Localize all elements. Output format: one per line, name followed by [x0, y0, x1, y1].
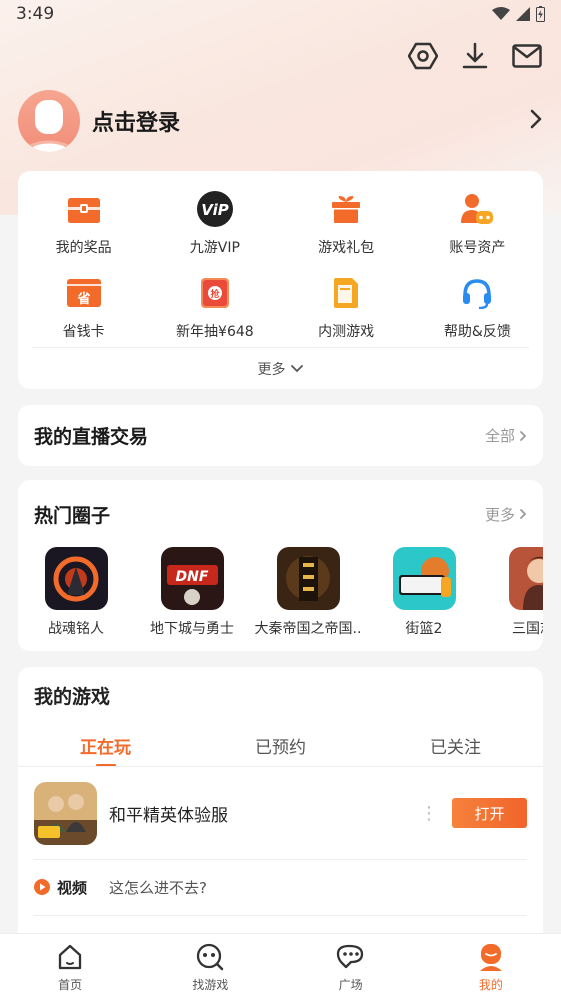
- more-label: 更多: [257, 362, 286, 378]
- status-time: 3:49: [16, 4, 55, 24]
- divider: [18, 766, 543, 767]
- mail-icon[interactable]: [511, 40, 543, 72]
- video-row[interactable]: 视频 这怎么进不去?: [34, 873, 527, 901]
- circle-item[interactable]: 大秦帝国之帝国..: [250, 547, 366, 638]
- home-icon: [55, 942, 85, 972]
- chevron-right-icon: [520, 430, 527, 441]
- my-games-tabs: 正在玩 已预约 已关注: [18, 725, 543, 767]
- circle-item[interactable]: DNF 地下城与勇士: [134, 547, 250, 638]
- hot-circles-card: 热门圈子 更多 战魂铭人 DNF 地下城与勇士 大秦帝国之帝国.. 街篮2 三国: [18, 480, 543, 651]
- find-game-icon: [195, 942, 225, 972]
- quick-access-card: 我的奖品 ViP 九游VIP 游戏礼包 账号资产 省 省钱卡 抢 新年抽¥648…: [18, 171, 543, 389]
- chevron-right-icon: [520, 509, 527, 519]
- circle-item[interactable]: 战魂铭人: [18, 547, 134, 638]
- video-title[interactable]: 这怎么进不去?: [109, 877, 207, 898]
- account-asset-icon: [457, 189, 497, 229]
- me-icon: [476, 942, 506, 972]
- headset-icon: [457, 273, 497, 313]
- game-icon-sanguo: [508, 547, 543, 610]
- play-circle-icon: [34, 879, 50, 895]
- hot-circles-title: 热门圈子: [34, 504, 111, 527]
- nav-home[interactable]: 首页: [0, 934, 140, 999]
- svg-text:省: 省: [76, 291, 90, 307]
- bottom-nav: 首页 找游戏 广场 我的: [0, 933, 561, 999]
- beta-game-icon: [326, 273, 366, 313]
- grid-item-gift[interactable]: 游戏礼包: [281, 185, 412, 269]
- top-actions: [407, 40, 543, 72]
- tab-followed[interactable]: 已关注: [368, 725, 543, 767]
- game-row[interactable]: 和平精英体验服 ⋮ 打开: [34, 781, 527, 845]
- svg-text:ViP: ViP: [201, 201, 228, 219]
- divider: [32, 347, 529, 348]
- gift-icon: [326, 189, 366, 229]
- grid-item-prizes[interactable]: 我的奖品: [18, 185, 149, 269]
- grid-item-beta-games[interactable]: 内测游戏: [281, 269, 412, 353]
- battery-icon: [536, 6, 545, 22]
- circle-item[interactable]: 街篮2: [366, 547, 482, 638]
- game-icon-zhanhun: [44, 547, 108, 610]
- prize-box-icon: [64, 189, 104, 229]
- game-icon-hpjy: [34, 781, 97, 845]
- signal-icon: [516, 7, 530, 21]
- open-game-button[interactable]: 打开: [452, 798, 527, 828]
- view-all-link[interactable]: 全部: [485, 425, 527, 446]
- more-button[interactable]: 更多: [18, 357, 543, 381]
- hot-circles-header: 热门圈子 更多: [18, 480, 543, 528]
- chevron-right-icon[interactable]: [529, 109, 543, 133]
- live-trade-card[interactable]: 我的直播交易 全部: [18, 405, 543, 466]
- game-icon-daqin: [276, 547, 340, 610]
- vip-badge-icon: ViP: [195, 189, 235, 229]
- grid-item-saving-card[interactable]: 省 省钱卡: [18, 269, 149, 353]
- tab-reserved[interactable]: 已预约: [193, 725, 368, 767]
- nav-find-game[interactable]: 找游戏: [140, 934, 280, 999]
- square-chat-icon: [336, 942, 366, 972]
- nav-me[interactable]: 我的: [421, 934, 561, 999]
- grid-item-vip[interactable]: ViP 九游VIP: [149, 185, 280, 269]
- status-bar: 3:49: [0, 0, 561, 28]
- divider: [34, 859, 527, 860]
- divider: [34, 915, 527, 916]
- circle-item[interactable]: 三国志幻: [482, 547, 543, 638]
- circle-list: 战魂铭人 DNF 地下城与勇士 大秦帝国之帝国.. 街篮2 三国: [18, 547, 543, 638]
- profile-page: 3:49 点击登录 我的奖品 ViP 九游VIP 游戏礼包 账号资产 省 省钱卡…: [0, 0, 561, 999]
- game-icon-jielan2: [392, 547, 456, 610]
- my-games-title: 我的游戏: [34, 686, 111, 708]
- live-trade-title: 我的直播交易: [34, 426, 149, 448]
- svg-text:DNF: DNF: [175, 569, 208, 585]
- lottery-icon: 抢: [195, 273, 235, 313]
- grid-item-lottery[interactable]: 抢 新年抽¥648: [149, 269, 280, 353]
- wifi-icon: [492, 7, 510, 20]
- more-options-icon[interactable]: ⋮: [420, 803, 438, 824]
- video-label: 视频: [57, 878, 88, 897]
- game-name: 和平精英体验服: [109, 805, 228, 826]
- status-icons: [492, 6, 545, 22]
- grid-item-account-assets[interactable]: 账号资产: [412, 185, 543, 269]
- saving-card-icon: 省: [64, 273, 104, 313]
- grid-item-help-feedback[interactable]: 帮助&反馈: [412, 269, 543, 353]
- tab-playing[interactable]: 正在玩: [18, 725, 193, 767]
- settings-hexagon-icon[interactable]: [407, 40, 439, 72]
- quick-access-grid: 我的奖品 ViP 九游VIP 游戏礼包 账号资产 省 省钱卡 抢 新年抽¥648…: [18, 171, 543, 353]
- login-row[interactable]: 点击登录: [18, 90, 543, 152]
- game-icon-dnf: DNF: [160, 547, 224, 610]
- avatar[interactable]: [18, 90, 80, 152]
- chevron-down-icon: [290, 365, 303, 373]
- nav-square[interactable]: 广场: [281, 934, 421, 999]
- svg-text:抢: 抢: [210, 288, 220, 300]
- circles-more-link[interactable]: 更多: [485, 504, 527, 525]
- login-text[interactable]: 点击登录: [92, 105, 180, 137]
- download-icon[interactable]: [459, 40, 491, 72]
- my-games-card: 我的游戏 正在玩 已预约 已关注 和平精英体验服 ⋮ 打开 视频 这怎么进不去?: [18, 667, 543, 967]
